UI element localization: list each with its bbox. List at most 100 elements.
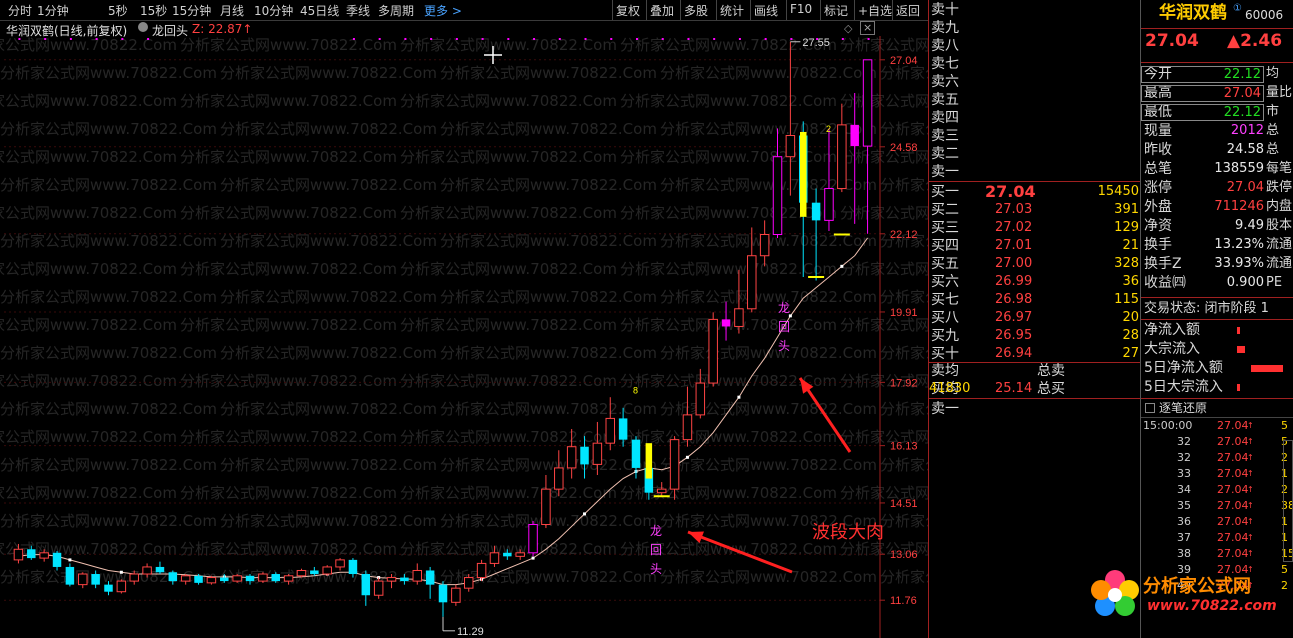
candle-body (759, 234, 770, 257)
tool-button-0[interactable]: 复权 (616, 2, 640, 19)
tool-button-7[interactable]: +自选 (858, 2, 892, 19)
watermark-text: 分析家公式网www.70822.Com (0, 344, 217, 362)
watermark-text: 分析家公式网www.70822.Com (840, 204, 928, 222)
book-divider (929, 398, 1141, 399)
period-tab-6[interactable]: 10分钟 (254, 2, 293, 19)
watermark-text: 分析家公式网www.70822.Com (220, 232, 437, 250)
signal-dot (44, 38, 47, 40)
period-tab-2[interactable]: 5秒 (108, 2, 128, 19)
flower-logo-icon (1091, 570, 1139, 616)
watermark-text: 分析家公式网www.70822.Com (840, 260, 928, 278)
buy-level-volume: 28 (1122, 328, 1139, 343)
watermark-text: 分析家公式网www.70822.Com (0, 92, 177, 110)
watermark-text: 分析家公式网www.70822.Com (440, 232, 657, 250)
marker-2: 2 (826, 124, 831, 134)
tick-time: 32 (1177, 435, 1191, 448)
candle-body (412, 569, 423, 582)
info-row-value: 27.04 (1226, 180, 1264, 195)
tick-title[interactable]: 逐笔还原 (1159, 399, 1207, 417)
watermark-text: 分析家公式网www.70822.Com (840, 92, 928, 110)
candle-body (695, 382, 706, 416)
period-tab-7[interactable]: 45日线 (300, 2, 339, 19)
candle-body (734, 308, 744, 327)
candle-body (605, 417, 615, 444)
candle-body (78, 573, 88, 586)
tick-arrow-icon: ↑ (1247, 453, 1254, 462)
period-tab-4[interactable]: 15分钟 (172, 2, 211, 19)
period-tab-3[interactable]: 15秒 (140, 2, 167, 19)
candle-body (566, 446, 577, 469)
ma-marker (119, 570, 123, 574)
watermark-text: 分析家公式网www.70822.Com (620, 428, 837, 446)
ma-marker (68, 558, 72, 562)
candle-body (335, 559, 345, 568)
signal-dot (558, 38, 561, 40)
sell-level-label: 卖八 (931, 38, 959, 54)
watermark-text: 分析家公式网www.70822.Com (440, 64, 657, 82)
period-tab-8[interactable]: 季线 (346, 2, 370, 19)
kline-chart[interactable]: 分析家公式网www.70822.Com分析家公式网www.70822.Com分析… (0, 20, 928, 638)
period-tab-0[interactable]: 分时 (8, 2, 32, 19)
buy-level-volume: 27 (1122, 346, 1139, 361)
tick-price: 27.04 (1217, 531, 1249, 544)
sell-level-label: 卖五 (931, 92, 959, 108)
brand-name: 分析家公式网 (1143, 576, 1251, 597)
watermark-text: 分析家公式网www.70822.Com (660, 568, 877, 586)
watermark-text: 分析家公式网www.70822.Com (0, 316, 177, 334)
period-tab-9[interactable]: 多周期 (378, 2, 414, 19)
candle-body (27, 549, 36, 559)
signal-bar (645, 443, 653, 479)
candle-body (91, 574, 100, 585)
more-periods-button[interactable]: 更多 > (424, 2, 462, 19)
watermark-text: 分析家公式网www.70822.Com (0, 64, 217, 82)
tool-button-6[interactable]: 标记 (824, 2, 848, 19)
period-tab-1[interactable]: 1分钟 (37, 2, 69, 19)
watermark-text: 分析家公式网www.70822.Com (400, 372, 617, 390)
ma-marker (737, 395, 741, 399)
collapse-icon[interactable] (1145, 403, 1155, 413)
watermark-text: 分析家公式网www.70822.Com (180, 36, 397, 54)
info-icon[interactable]: ① (1233, 0, 1242, 18)
tool-button-4[interactable]: 画线 (754, 2, 778, 19)
buy-level-volume: 20 (1122, 310, 1139, 325)
period-tab-5[interactable]: 月线 (220, 2, 244, 19)
tick-arrow-icon: ↑ (1247, 469, 1254, 478)
toolbar-divider (854, 0, 855, 20)
flow-bar (1251, 365, 1283, 372)
watermark-text: 分析家公式网www.70822.Com (0, 400, 217, 418)
watermark-text: 分析家公式网www.70822.Com (180, 260, 397, 278)
tool-button-5[interactable]: F10 (790, 2, 812, 16)
info-row-value: 711246 (1214, 199, 1264, 214)
candle-body (129, 573, 139, 582)
candle-body (618, 418, 628, 440)
buy-level-volume: 15450 (1097, 184, 1139, 199)
tool-button-2[interactable]: 多股 (684, 2, 708, 19)
tool-button-3[interactable]: 统计 (720, 2, 744, 19)
tick-arrow-icon: ↑ (1247, 421, 1254, 430)
tool-button-8[interactable]: 返回 (896, 2, 920, 19)
tool-button-1[interactable]: 叠加 (650, 2, 674, 19)
candle-body (785, 134, 796, 158)
buy-level-volume: 129 (1114, 220, 1139, 235)
info-row-right-label: 市 (1266, 104, 1280, 119)
flow-bar (1237, 327, 1240, 334)
watermark-text: 分析家公式网www.70822.Com (660, 64, 877, 82)
signal-dot (404, 38, 407, 40)
watermark-text: 分析家公式网www.70822.Com (400, 260, 617, 278)
tick-time: 33 (1177, 467, 1191, 480)
candle-body (52, 552, 62, 567)
watermark-text: 分析家公式网www.70822.Com (400, 92, 617, 110)
signal-dot (95, 38, 98, 40)
candle-body (361, 574, 371, 596)
watermark-text: 分析家公式网www.70822.Com (180, 204, 397, 222)
info-row-value: 33.93% (1214, 256, 1264, 271)
watermark-text: 分析家公式网www.70822.Com (400, 204, 617, 222)
signal-text-1: 龙 (650, 524, 662, 538)
watermark-text: 分析家公式网www.70822.Com (220, 176, 437, 194)
watermark-text: 分析家公式网www.70822.Com (880, 400, 928, 418)
scrollbar[interactable] (1283, 440, 1293, 562)
watermark-text: 分析家公式网www.70822.Com (220, 64, 437, 82)
signal-text-1: 回 (650, 543, 662, 557)
candle-body (258, 573, 268, 582)
info-divider (1141, 62, 1293, 63)
